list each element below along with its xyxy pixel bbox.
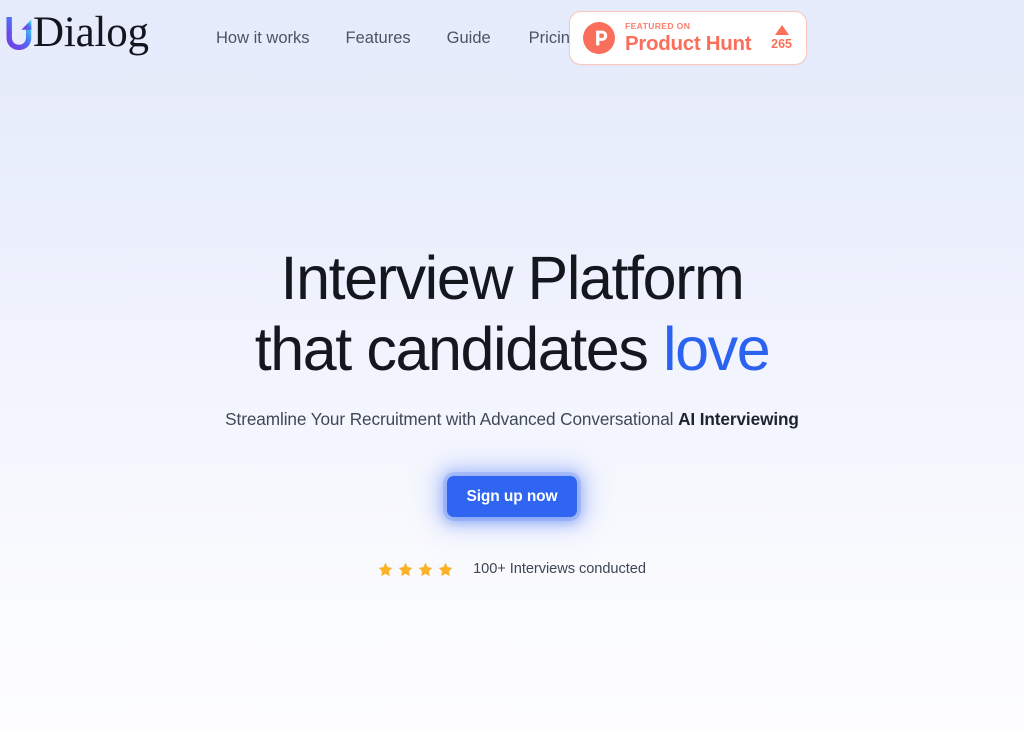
sign-up-now-button[interactable]: Sign up now: [447, 476, 577, 517]
star-icon: [438, 562, 453, 576]
page-title: Interview Platform that candidates love: [0, 243, 1024, 385]
subtitle-plain-text: Streamline Your Recruitment with Advance…: [225, 409, 679, 429]
headline-line-2-plain: that candidates: [254, 315, 663, 383]
hero-section: Interview Platform that candidates love …: [0, 0, 1024, 730]
landing-page: Dialog How it works Features Guide Prici…: [0, 0, 1024, 730]
star-rating: [378, 562, 453, 577]
social-proof-text: 100+ Interviews conducted: [473, 561, 646, 577]
star-icon: [378, 562, 393, 576]
headline-accent-word: love: [662, 315, 771, 383]
social-proof: 100+ Interviews conducted: [0, 559, 1024, 579]
star-icon: [398, 562, 413, 576]
headline-line-1: Interview Platform: [280, 244, 745, 312]
cta-container: Sign up now: [0, 476, 1024, 517]
star-icon: [418, 562, 433, 576]
hero-subtitle: Streamline Your Recruitment with Advance…: [0, 407, 1024, 432]
subtitle-emphasis-text: AI Interviewing: [678, 409, 799, 429]
